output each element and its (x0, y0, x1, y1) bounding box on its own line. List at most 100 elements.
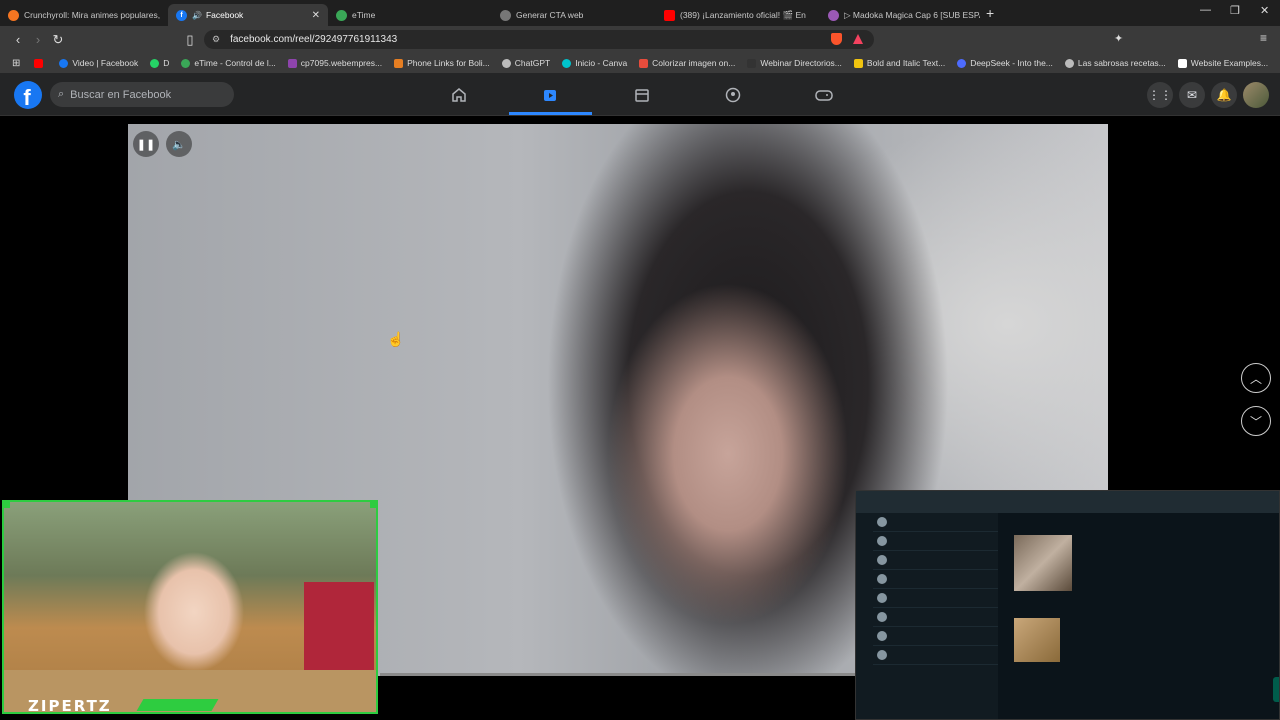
avatar (877, 555, 887, 565)
marketplace-nav-icon[interactable] (630, 83, 654, 107)
bookmark-canva[interactable]: Inicio - Canva (562, 58, 627, 68)
new-tab-icon[interactable]: + (986, 5, 994, 21)
profile-avatar[interactable] (1243, 82, 1269, 108)
volume-icon[interactable]: 🔈 (166, 131, 192, 157)
hand-cursor-icon: ☝ (387, 331, 405, 347)
tab-label: (389) ¡Lanzamiento oficial! 🎬 En (680, 9, 806, 20)
browser-tab-bar: Crunchyroll: Mira animes populares, f 🔊 … (0, 0, 1280, 26)
tab-etime[interactable]: eTime (328, 4, 492, 26)
extensions-icon[interactable]: ✦ (1114, 32, 1123, 45)
tab-generar-cta[interactable]: Generar CTA web (492, 4, 656, 26)
search-icon: ⌕ (58, 88, 65, 100)
search-input[interactable]: ⌕ Buscar en Facebook (50, 82, 234, 107)
bookmark-label: Colorizar imagen on... (652, 58, 736, 68)
streamer-name: ZIPERTZ (28, 697, 112, 715)
webempresa-icon (287, 58, 297, 68)
bookmark-label: Inicio - Canva (575, 58, 628, 68)
tab-youtube[interactable]: (389) ¡Lanzamiento oficial! 🎬 En (656, 4, 820, 26)
back-icon[interactable]: ‹ (8, 32, 28, 47)
bookmark-etime[interactable]: eTime - Control de l... (181, 58, 276, 68)
deepseek-icon (957, 58, 967, 68)
video-progress-bar[interactable] (380, 673, 855, 676)
bookmark-youtube[interactable] (34, 58, 47, 68)
messenger-icon[interactable]: ✉ (1179, 82, 1205, 108)
brave-rewards-icon[interactable] (853, 34, 863, 44)
shared-image (1014, 618, 1060, 662)
menu-grid-button[interactable]: ⋮⋮ (1147, 82, 1173, 108)
list-item (873, 608, 998, 627)
url-field[interactable]: ⚙ facebook.com/reel/292497761911343 (204, 30, 874, 49)
bookmark-phone-links[interactable]: Phone Links for Boli... (394, 58, 490, 68)
close-window-icon[interactable]: ✕ (1260, 4, 1269, 17)
tab-label: Crunchyroll: Mira animes populares, (24, 10, 161, 20)
bookmark-label: DeepSeek - Into the... (970, 58, 1053, 68)
apps-grid-icon[interactable]: ⊞ (12, 58, 20, 69)
globe-icon (1064, 58, 1074, 68)
bookmark-label: D (163, 58, 170, 68)
preview-browser-bar (856, 491, 1279, 513)
etime-icon (336, 9, 347, 21)
bookmark-label: ChatGPT (514, 58, 551, 68)
groups-nav-icon[interactable] (721, 83, 745, 107)
name-plate-accent (136, 699, 219, 711)
anime-site-icon (828, 9, 839, 21)
youtube-icon (34, 58, 44, 68)
canva-icon (562, 58, 572, 68)
bookmark-chatgpt[interactable]: ChatGPT (501, 58, 551, 68)
avatar (877, 650, 887, 660)
close-tab-icon[interactable]: ✕ (306, 10, 320, 21)
forward-icon[interactable]: › (28, 32, 48, 47)
crunchyroll-icon (8, 9, 19, 21)
home-nav-icon[interactable] (447, 83, 471, 107)
colorizar-icon (639, 58, 649, 68)
notifications-bell-icon[interactable]: 🔔 (1211, 82, 1237, 108)
list-item (873, 646, 998, 665)
avatar (877, 631, 887, 641)
tab-crunchyroll[interactable]: Crunchyroll: Mira animes populares, (0, 4, 168, 26)
bookmark-whatsapp[interactable]: D (150, 58, 169, 68)
avatar (877, 593, 887, 603)
search-placeholder: Buscar en Facebook (70, 88, 172, 101)
maximize-icon[interactable]: ❐ (1230, 4, 1240, 17)
list-item (873, 513, 998, 532)
video-nav-icon[interactable] (538, 83, 562, 107)
avatar (877, 536, 887, 546)
facebook-header: f ⌕ Buscar en Facebook ⋮⋮ ✉ 🔔 (0, 73, 1280, 116)
bookmark-colorizar[interactable]: Colorizar imagen on... (639, 58, 735, 68)
facebook-icon (59, 58, 69, 68)
tab-facebook[interactable]: f 🔊 Facebook ✕ (168, 4, 328, 26)
avatar (877, 574, 887, 584)
tab-madoka[interactable]: ▷ Madoka Magica Cap 6 [SUB ESPA (820, 4, 980, 26)
minimize-icon[interactable]: — (1200, 4, 1211, 16)
bookmark-cp7095[interactable]: cp7095.webempres... (287, 58, 382, 68)
site-info-icon[interactable]: ⚙ (212, 34, 220, 45)
bookmark-video-facebook[interactable]: Video | Facebook (59, 58, 138, 68)
next-reel-button[interactable]: ﹀ (1241, 406, 1271, 436)
bookmark-recetas[interactable]: Las sabrosas recetas... (1064, 58, 1166, 68)
facebook-logo[interactable]: f (14, 81, 42, 109)
bookmark-icon[interactable]: ▯ (180, 32, 200, 48)
active-tab-indicator (509, 112, 592, 115)
bookmark-webinar[interactable]: Webinar Directorios... (747, 58, 842, 68)
phone-links-icon (394, 58, 404, 68)
youtube-icon (664, 9, 675, 21)
bookmark-deepseek[interactable]: DeepSeek - Into the... (957, 58, 1053, 68)
previous-reel-button[interactable]: ︿ (1241, 363, 1271, 393)
reload-icon[interactable]: ↻ (48, 32, 68, 48)
brave-shield-icon[interactable] (831, 33, 842, 45)
gaming-nav-icon[interactable] (812, 83, 836, 107)
chat-pane (998, 513, 1279, 719)
list-item (873, 551, 998, 570)
bookmark-label: Las sabrosas recetas... (1077, 58, 1166, 68)
chatgpt-icon (501, 58, 511, 68)
tab-label: Generar CTA web (516, 10, 584, 20)
shared-image (1014, 535, 1072, 591)
bookmark-label: Website Examples... (1190, 58, 1269, 68)
avatar (877, 612, 887, 622)
bookmarks-bar: ⊞ Video | Facebook D eTime - Control de … (0, 53, 1280, 73)
bookmark-website-examples[interactable]: Website Examples... (1177, 58, 1269, 68)
pause-button[interactable]: ❚❚ (133, 131, 159, 157)
bookmark-bold-italic[interactable]: Bold and Italic Text... (853, 58, 945, 68)
list-item (873, 589, 998, 608)
menu-icon[interactable]: ≡ (1260, 31, 1267, 45)
